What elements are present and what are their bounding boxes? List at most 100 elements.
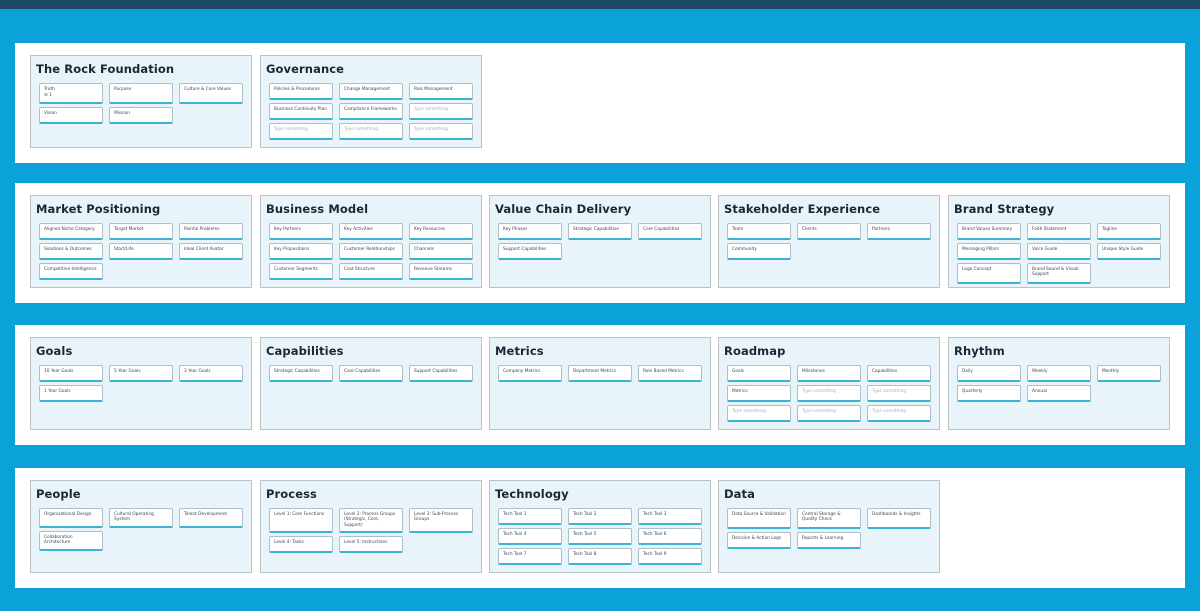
sticky-note[interactable]: 3 Year Goals [179,365,243,382]
sticky-note[interactable]: Change Management [339,83,403,100]
sticky-note[interactable]: Purpose [109,83,173,104]
sticky-note[interactable]: Level 2: Process Groups (Strategic, Core… [339,508,403,534]
sticky-note[interactable]: Community [727,243,791,260]
sticky-note-placeholder[interactable]: Type something [339,123,403,140]
sticky-note[interactable]: Central Storage & Quality Check [797,508,861,529]
sticky-note[interactable]: Key Activities [339,223,403,240]
sticky-note[interactable]: Role Based Metrics [638,365,702,382]
sticky-note-placeholder[interactable]: Type something [867,405,931,422]
sticky-note[interactable]: Tech Tool 3 [638,508,702,525]
sticky-note-placeholder[interactable]: Type something [269,123,333,140]
sticky-note[interactable]: Customer Segments [269,263,333,280]
sticky-note[interactable]: Collaboration Architecture [39,530,103,551]
sticky-note[interactable]: Policies & Procedures [269,83,333,100]
sticky-note[interactable]: Company Metrics [498,365,562,382]
sticky-note[interactable]: Ideal Client Avatar [179,243,243,260]
panel-title: Business Model [266,202,369,216]
sticky-note[interactable]: Brand Values Summary [957,223,1021,240]
sticky-note[interactable]: Tech Tool 5 [568,528,632,545]
sticky-note[interactable]: Capabilities [867,365,931,382]
sticky-note[interactable]: Business Continuity Plan [269,103,333,120]
sticky-note[interactable]: Level 1: Core Functions [269,508,333,534]
sticky-note-label: Business Continuity Plan [274,107,327,112]
sticky-note[interactable]: Key Phases [498,223,562,240]
sticky-note[interactable]: 10 Year Goals [39,365,103,382]
sticky-note[interactable]: Painful Problems [179,223,243,240]
sticky-note[interactable]: Cost Structure [339,263,403,280]
sticky-note-placeholder[interactable]: Type something [797,405,861,422]
sticky-note[interactable]: Organizational Design [39,508,103,528]
sticky-note-label: Key Activities [344,227,373,232]
sticky-note[interactable]: Clients [797,223,861,240]
sticky-note[interactable]: Risk Management [409,83,473,100]
sticky-note-placeholder[interactable]: Type something [409,123,473,140]
sticky-note[interactable]: Support Capabilities [409,365,473,382]
sticky-note[interactable]: Core Capabilities [339,365,403,382]
sticky-note-placeholder[interactable]: Type something [797,385,861,402]
sticky-note[interactable]: Strategic Capabilities [269,365,333,382]
sticky-note[interactable]: Voice Guide [1027,243,1091,260]
sticky-note[interactable]: Dashboards & Insights [867,508,931,529]
sticky-note[interactable]: Milestones [797,365,861,382]
sticky-note[interactable]: Unique Style Guide [1097,243,1161,260]
sticky-note[interactable]: Core Capabilities [638,223,702,240]
sticky-note-label: Data Source & Validation [732,512,786,517]
sticky-note[interactable]: Tech Tool 2 [568,508,632,525]
sticky-note[interactable]: 5 Year Goals [109,365,173,382]
sticky-note[interactable]: Culture & Core Values [179,83,243,104]
sticky-note[interactable]: Cultural Operating System [109,508,173,528]
sticky-note[interactable]: Metrics [727,385,791,402]
sticky-note[interactable]: Level 3: Sub-Process Groups [409,508,473,534]
sticky-note[interactable]: Channels [409,243,473,260]
sticky-note[interactable]: Key Resources [409,223,473,240]
sticky-note[interactable]: Compliance Frameworks [339,103,403,120]
sticky-note[interactable]: Logo Concept [957,263,1021,284]
sticky-note[interactable]: Department Metrics [568,365,632,382]
sticky-note[interactable]: Key Partners [269,223,333,240]
sticky-note[interactable]: Weekly [1027,365,1091,382]
sticky-note[interactable]: Data Source & Validation [727,508,791,529]
sticky-note[interactable]: Team [727,223,791,240]
sticky-note[interactable]: Goals [727,365,791,382]
sticky-note[interactable]: Vision [39,106,103,124]
sticky-note[interactable]: Quarterly [957,385,1021,402]
sticky-note[interactable]: Daily [957,365,1021,382]
card-grid: Truth ☰ 1 Purpose Culture & Core Values Visi… [39,83,247,124]
sticky-note[interactable]: Aligned Niche Category [39,223,103,240]
sticky-note[interactable]: Start/Life [109,243,173,260]
sticky-note[interactable]: Level 4: Tasks [269,536,333,554]
sticky-note[interactable]: Customer Relationships [339,243,403,260]
sticky-note-placeholder[interactable]: Type something [409,103,473,120]
sticky-note[interactable]: Level 5: Instructions [339,536,403,554]
sticky-note[interactable]: Revenue Streams [409,263,473,280]
sticky-note[interactable]: Tech Tool 9 [638,548,702,565]
sticky-note[interactable]: Talent Development [179,508,243,528]
sticky-note[interactable]: Reports & Learning [797,532,861,549]
sticky-note[interactable]: Target Market [109,223,173,240]
sticky-note-label: 3 Year Goals [184,369,211,374]
sticky-note[interactable]: Competitive Intelligence [39,263,103,280]
sticky-note-placeholder[interactable]: Type something [867,385,931,402]
sticky-note[interactable]: Truth ☰ 1 [39,83,103,104]
sticky-note[interactable]: Tech Tool 1 [498,508,562,525]
sticky-note[interactable]: Monthly [1097,365,1161,382]
sticky-note[interactable]: Support Capabilities [498,243,562,260]
sticky-note[interactable]: Tech Tool 8 [568,548,632,565]
sticky-note[interactable]: Brand Sound & Visual Support [1027,263,1091,284]
sticky-note[interactable]: Annual [1027,385,1091,402]
sticky-note[interactable]: Decision & Action Logs [727,532,791,549]
sticky-note-label: Type something [872,409,906,414]
sticky-note[interactable]: Faith Statement [1027,223,1091,240]
sticky-note[interactable]: 1 Year Goals [39,385,103,402]
sticky-note[interactable]: Tech Tool 7 [498,548,562,565]
sticky-note[interactable]: Tech Tool 4 [498,528,562,545]
sticky-note[interactable]: Tech Tool 6 [638,528,702,545]
sticky-note[interactable]: Mission [109,106,173,124]
sticky-note[interactable]: Partners [867,223,931,240]
sticky-note[interactable]: Key Propositions [269,243,333,260]
sticky-note[interactable]: Strategic Capabilities [568,223,632,240]
sticky-note[interactable]: Solutions & Outcomes [39,243,103,260]
sticky-note-placeholder[interactable]: Type something [727,405,791,422]
sticky-note[interactable]: Messaging Pillars [957,243,1021,260]
sticky-note[interactable]: Tagline [1097,223,1161,240]
